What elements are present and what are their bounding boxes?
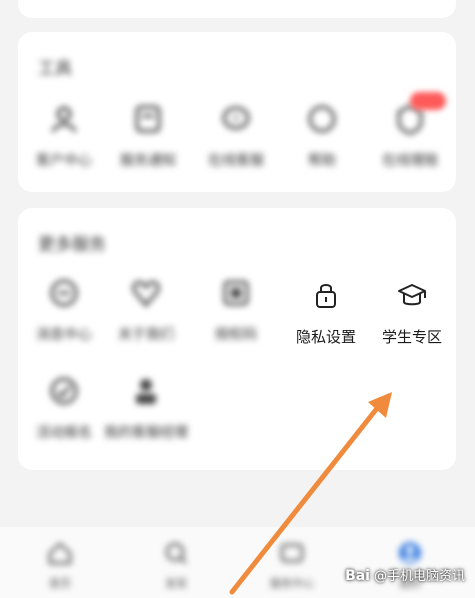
manager-icon — [129, 374, 163, 408]
watermark: Bai @手机电脑资讯 — [345, 565, 465, 584]
discover-icon — [162, 539, 190, 567]
new-badge — [410, 92, 446, 110]
nav-tab-home[interactable]: 首页 — [30, 539, 90, 591]
graduation-cap-icon — [395, 278, 429, 312]
tool-item-online-service[interactable]: 在线客服 — [190, 102, 282, 170]
more-item-about-us[interactable]: 关于我们 — [100, 276, 192, 344]
heart-icon — [129, 276, 163, 310]
message-icon — [47, 276, 81, 310]
watermark-logo: Bai — [345, 568, 370, 584]
bottom-nav: 首页 发现 服务中心 我的 — [0, 527, 475, 598]
qr-icon — [219, 276, 253, 310]
tool-item-customer-center[interactable]: 客户中心 — [18, 102, 110, 170]
tool-item-online-claim[interactable]: 在线理赔 — [364, 102, 456, 170]
home-icon — [46, 539, 74, 567]
more-services-card: 更多服务 消息中心 关于我们 授权码 活动报名 我的客服经理 隐私设置 学生专区 — [18, 208, 456, 470]
nav-tab-service[interactable]: 服务中心 — [262, 539, 322, 591]
tools-card-title: 工具 — [38, 59, 72, 79]
chat-icon — [219, 102, 253, 136]
tool-item-help[interactable]: 帮助 — [276, 102, 368, 170]
tool-item-service-notice[interactable]: 服务通知 — [102, 102, 194, 170]
nav-tab-discover[interactable]: 发现 — [146, 539, 206, 591]
more-item-auth-code[interactable]: 授权码 — [190, 276, 282, 344]
help-icon — [305, 102, 339, 136]
more-item-event-signup[interactable]: 活动报名 — [18, 374, 110, 442]
profile-icon — [396, 539, 424, 567]
more-services-title: 更多服务 — [38, 235, 106, 255]
service-icon — [278, 539, 306, 567]
person-icon — [47, 102, 81, 136]
watermark-text: @手机电脑资讯 — [373, 569, 465, 584]
signup-icon — [47, 374, 81, 408]
more-item-account-manager[interactable]: 我的客服经理 — [100, 374, 192, 442]
more-item-student-zone[interactable]: 学生专区 — [366, 278, 458, 347]
more-item-message-center[interactable]: 消息中心 — [18, 276, 110, 344]
notice-icon — [131, 102, 165, 136]
tools-card: 工具 客户中心 服务通知 在线客服 帮助 在线理赔 — [18, 32, 456, 192]
more-item-privacy-settings[interactable]: 隐私设置 — [280, 278, 372, 347]
previous-card — [18, 0, 456, 18]
lock-icon — [309, 278, 343, 312]
